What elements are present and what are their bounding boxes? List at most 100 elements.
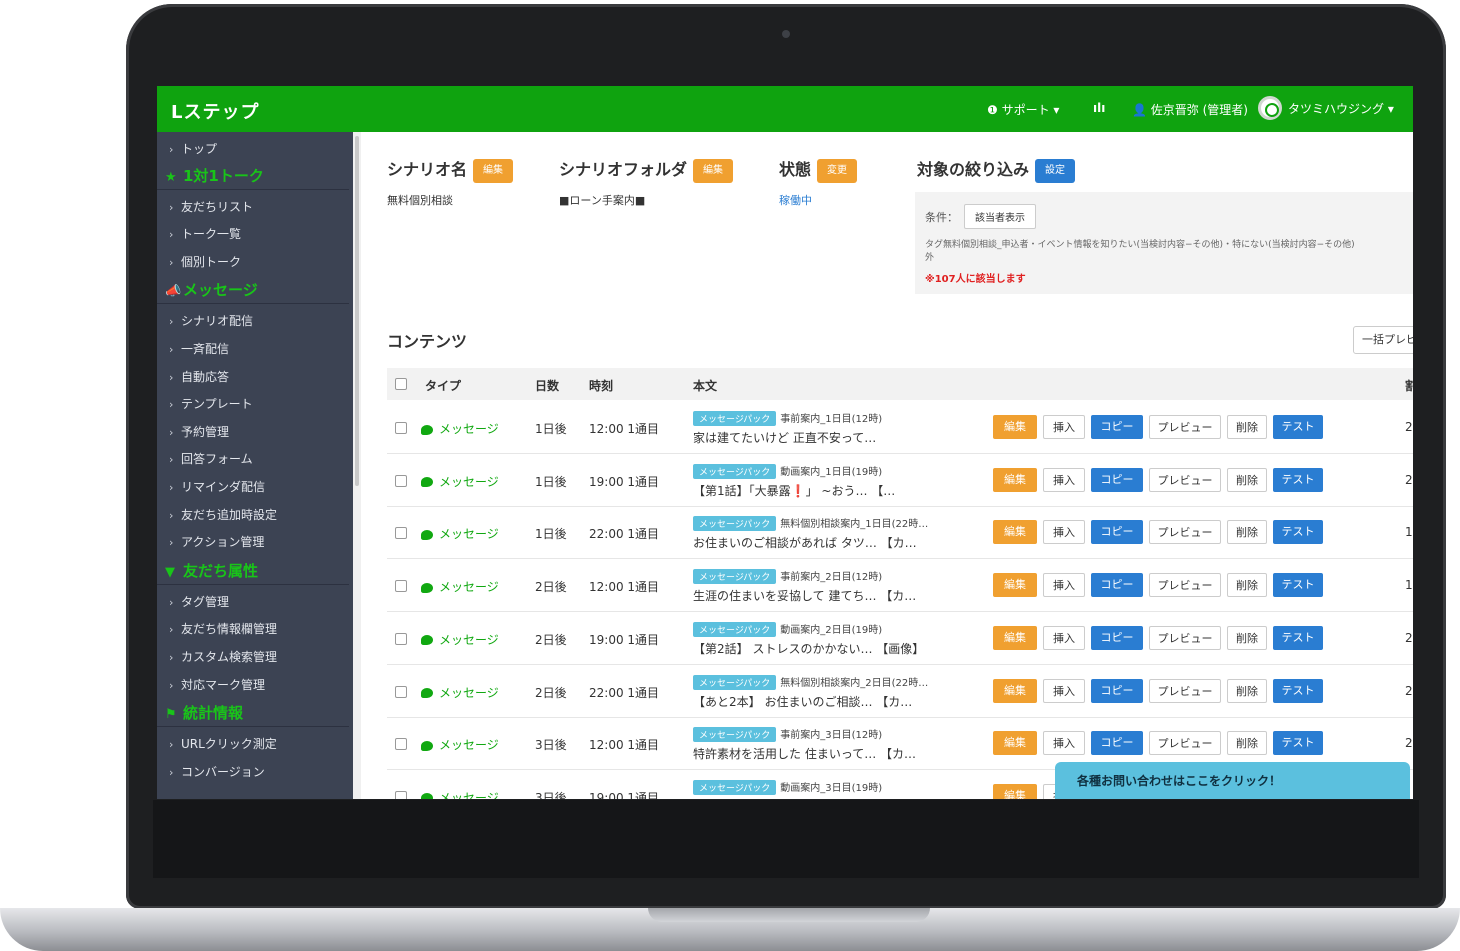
preview-button[interactable]: プレビュー	[1149, 625, 1221, 650]
sidebar-item[interactable]: › 友だち追加時設定	[169, 506, 277, 523]
status-change-button[interactable]: 変更	[817, 158, 858, 183]
show-matching-button[interactable]: 該当者表示	[964, 204, 1036, 229]
sidebar-item[interactable]: › 対応マーク管理	[169, 676, 265, 693]
help-contact-tab[interactable]: 各種お問い合わせはここをクリック！	[1055, 762, 1410, 799]
edit-button[interactable]: 編集	[993, 520, 1037, 545]
row-checkbox[interactable]	[395, 790, 407, 799]
sidebar-item[interactable]: › 個別トーク	[169, 253, 241, 270]
insert-button[interactable]: 挿入	[1043, 415, 1085, 439]
row-checkbox[interactable]	[395, 422, 407, 434]
sidebar-item[interactable]: › カスタム検索管理	[169, 648, 277, 665]
app-logo[interactable]: Lステップ	[171, 98, 259, 124]
table-row[interactable]: メッセージ 1日後 19:00 1通目 メッセージパック 動画案内_1日目(19時) 【第…	[387, 455, 1413, 507]
user-menu[interactable]: 👤 佐京晋弥 (管理者)	[1132, 101, 1248, 118]
sidebar-item[interactable]: › 友だち情報欄管理	[169, 620, 277, 637]
edit-button[interactable]: 編集	[993, 783, 1037, 799]
preview-button[interactable]: プレビュー	[1149, 678, 1221, 703]
select-all-checkbox[interactable]	[395, 378, 407, 390]
main-content: シナリオ名 編集 無料個別相談 シナリオフォルダ 編集 ■ローン手案内■ 状態 変更 …	[371, 132, 1413, 799]
copy-button[interactable]: コピー	[1091, 731, 1143, 756]
sidebar-item[interactable]: › 友だちリスト	[169, 198, 253, 215]
sidebar-item[interactable]: › 自動応答	[169, 368, 229, 385]
sidebar-item[interactable]: › シナリオ配信	[169, 312, 253, 329]
insert-button[interactable]: 挿入	[1043, 678, 1085, 703]
test-button[interactable]: テスト	[1273, 678, 1323, 703]
sidebar-section[interactable]: ★ 1対1トーク	[157, 162, 349, 190]
chevron-right-icon: ›	[169, 765, 174, 779]
sidebar-item[interactable]: › テンプレート	[169, 395, 253, 412]
delete-button[interactable]: 削除	[1227, 415, 1267, 439]
insert-button[interactable]: 挿入	[1043, 731, 1085, 756]
copy-button[interactable]: コピー	[1091, 573, 1143, 598]
table-row[interactable]: メッセージ 2日後 22:00 1通目 メッセージパック 無料個別相談案内_2日目(22…	[387, 666, 1413, 718]
preview-button[interactable]: プレビュー	[1149, 467, 1221, 492]
preview-button[interactable]: プレビュー	[1149, 415, 1221, 439]
sidebar-scrollbar-thumb[interactable]	[355, 136, 359, 486]
delete-button[interactable]: 削除	[1227, 625, 1267, 650]
row-checkbox[interactable]	[395, 474, 407, 487]
copy-button[interactable]: コピー	[1091, 467, 1143, 492]
test-button[interactable]: テスト	[1273, 415, 1323, 439]
test-button[interactable]: テスト	[1273, 625, 1323, 650]
sidebar-item[interactable]: › 回答フォーム	[169, 450, 253, 467]
insert-button[interactable]: 挿入	[1043, 625, 1085, 650]
sidebar-item[interactable]: › 予約管理	[169, 423, 229, 440]
copy-button[interactable]: コピー	[1091, 520, 1143, 545]
insert-button[interactable]: 挿入	[1043, 467, 1085, 492]
filter-settings-button[interactable]: 設定	[1035, 158, 1076, 183]
row-checkbox[interactable]	[395, 527, 407, 540]
copy-button[interactable]: コピー	[1091, 625, 1143, 650]
section-icon: ▼	[165, 564, 175, 580]
bulk-preview-button[interactable]: 一括プレビ	[1353, 326, 1413, 354]
copy-button[interactable]: コピー	[1091, 415, 1143, 439]
test-button[interactable]: テスト	[1273, 731, 1323, 756]
table-row[interactable]: メッセージ 2日後 19:00 1通目 メッセージパック 動画案内_2日目(19時) 【第…	[387, 613, 1413, 665]
sidebar-item[interactable]: › トーク一覧	[169, 225, 241, 242]
delete-button[interactable]: 削除	[1227, 731, 1267, 756]
edit-button[interactable]: 編集	[993, 573, 1037, 598]
insert-button[interactable]: 挿入	[1043, 573, 1085, 598]
delete-button[interactable]: 削除	[1227, 573, 1267, 598]
copy-button[interactable]: コピー	[1091, 678, 1143, 703]
test-button[interactable]: テスト	[1273, 573, 1323, 598]
bar-chart-icon[interactable]: ılı	[1093, 101, 1105, 115]
edit-button[interactable]: 編集	[993, 625, 1037, 650]
table-row[interactable]: メッセージ 1日後 12:00 1通目 メッセージパック 事前案内_1日目(12時) 家は…	[387, 402, 1413, 454]
sidebar-section[interactable]: 📣 メッセージ	[157, 276, 349, 305]
sidebar-item[interactable]: › コンバージョン	[169, 763, 265, 780]
account-menu[interactable]: タツミハウジング ▾	[1258, 96, 1394, 120]
preview-button[interactable]: プレビュー	[1149, 573, 1221, 598]
row-checkbox[interactable]	[395, 632, 407, 645]
test-button[interactable]: テスト	[1273, 520, 1323, 545]
edit-button[interactable]: 編集	[993, 731, 1037, 756]
delete-button[interactable]: 削除	[1227, 520, 1267, 545]
insert-button[interactable]: 挿入	[1043, 520, 1085, 545]
scenario-folder-edit-button[interactable]: 編集	[693, 158, 734, 183]
test-button[interactable]: テスト	[1273, 467, 1323, 492]
scenario-name-edit-button[interactable]: 編集	[473, 158, 514, 183]
sidebar-section[interactable]: ▼ 友だち属性	[157, 557, 349, 585]
filter-match-count: ※107人に該当します	[925, 274, 1026, 285]
support-menu[interactable]: ❶ サポート ▾	[987, 101, 1059, 118]
sidebar-item-top[interactable]: › トップ	[169, 140, 217, 157]
sidebar-item[interactable]: › URLクリック測定	[169, 735, 277, 752]
sidebar-item[interactable]: › アクション管理	[169, 533, 264, 550]
sidebar-item[interactable]: › 一斉配信	[169, 340, 229, 357]
table-row[interactable]: メッセージ 2日後 12:00 1通目 メッセージパック 事前案内_2日目(12時) 生涯…	[387, 560, 1413, 613]
delete-button[interactable]: 削除	[1227, 678, 1267, 703]
delete-button[interactable]: 削除	[1227, 467, 1267, 492]
message-pack-name: 事前案内_1日目(12時)	[780, 414, 883, 425]
sidebar-section[interactable]: ⚑ 統計情報	[157, 699, 349, 728]
row-checkbox[interactable]	[395, 738, 407, 751]
edit-button[interactable]: 編集	[993, 678, 1037, 703]
sidebar-item[interactable]: › タグ管理	[169, 593, 229, 610]
preview-button[interactable]: プレビュー	[1149, 731, 1221, 756]
row-checkbox[interactable]	[395, 685, 407, 698]
preview-button[interactable]: プレビュー	[1149, 520, 1221, 545]
sidebar-item[interactable]: › リマインダ配信	[169, 478, 265, 495]
row-checkbox[interactable]	[395, 580, 407, 593]
edit-button[interactable]: 編集	[993, 415, 1037, 439]
edit-button[interactable]: 編集	[993, 467, 1037, 492]
row-actions: 編集挿入コピープレビュー削除テスト	[993, 573, 1323, 598]
table-row[interactable]: メッセージ 1日後 22:00 1通目 メッセージパック 無料個別相談案内_1日目(22…	[387, 507, 1413, 560]
